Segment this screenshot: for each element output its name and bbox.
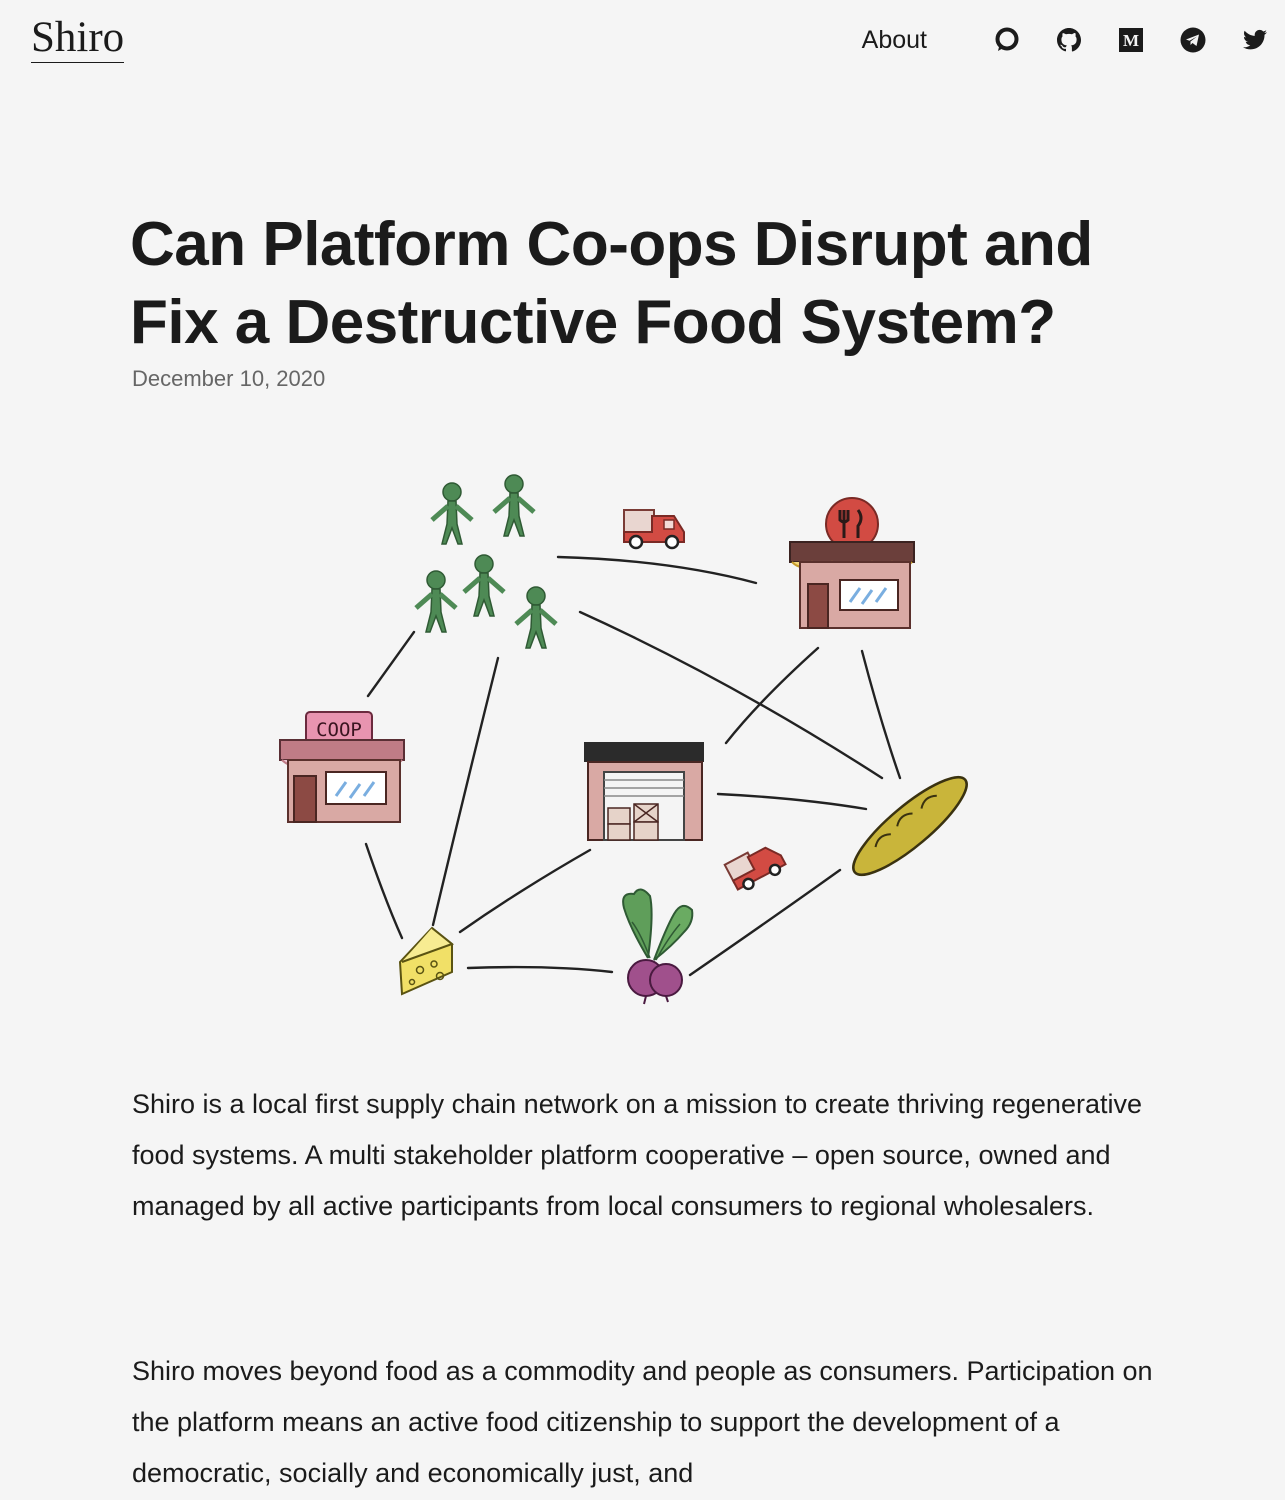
medium-icon[interactable]: M [1115, 24, 1147, 56]
restaurant-icon [789, 497, 915, 629]
github-icon[interactable] [1053, 24, 1085, 56]
site-logo[interactable]: Shiro [31, 14, 125, 63]
cheese-icon [398, 926, 455, 996]
article-paragraph-1: Shiro is a local first supply chain netw… [132, 1089, 1142, 1221]
svg-text:M: M [1123, 31, 1139, 50]
top-nav: About M [862, 22, 1271, 58]
article-date: December 10, 2020 [132, 366, 326, 391]
site-header: Shiro About M [0, 0, 1285, 80]
beet-icon [622, 888, 694, 1005]
coop-store-icon: COOP [279, 711, 405, 823]
food-network-illustration: COOP [279, 474, 968, 1005]
article-paragraph-2: Shiro moves beyond food as a commodity a… [132, 1356, 1153, 1488]
truck-icon-2 [723, 846, 787, 891]
truck-icon [623, 509, 685, 550]
chat-icon[interactable] [991, 24, 1023, 56]
twitter-icon[interactable] [1239, 24, 1271, 56]
nav-about-link[interactable]: About [862, 26, 927, 55]
coop-sign-label: COOP [316, 719, 362, 741]
baguette-icon [852, 775, 968, 877]
warehouse-icon [584, 742, 704, 841]
article-title: Can Platform Co-ops Disrupt and Fix a De… [130, 210, 1093, 357]
people-group-icon [414, 474, 558, 649]
telegram-icon[interactable] [1177, 24, 1209, 56]
